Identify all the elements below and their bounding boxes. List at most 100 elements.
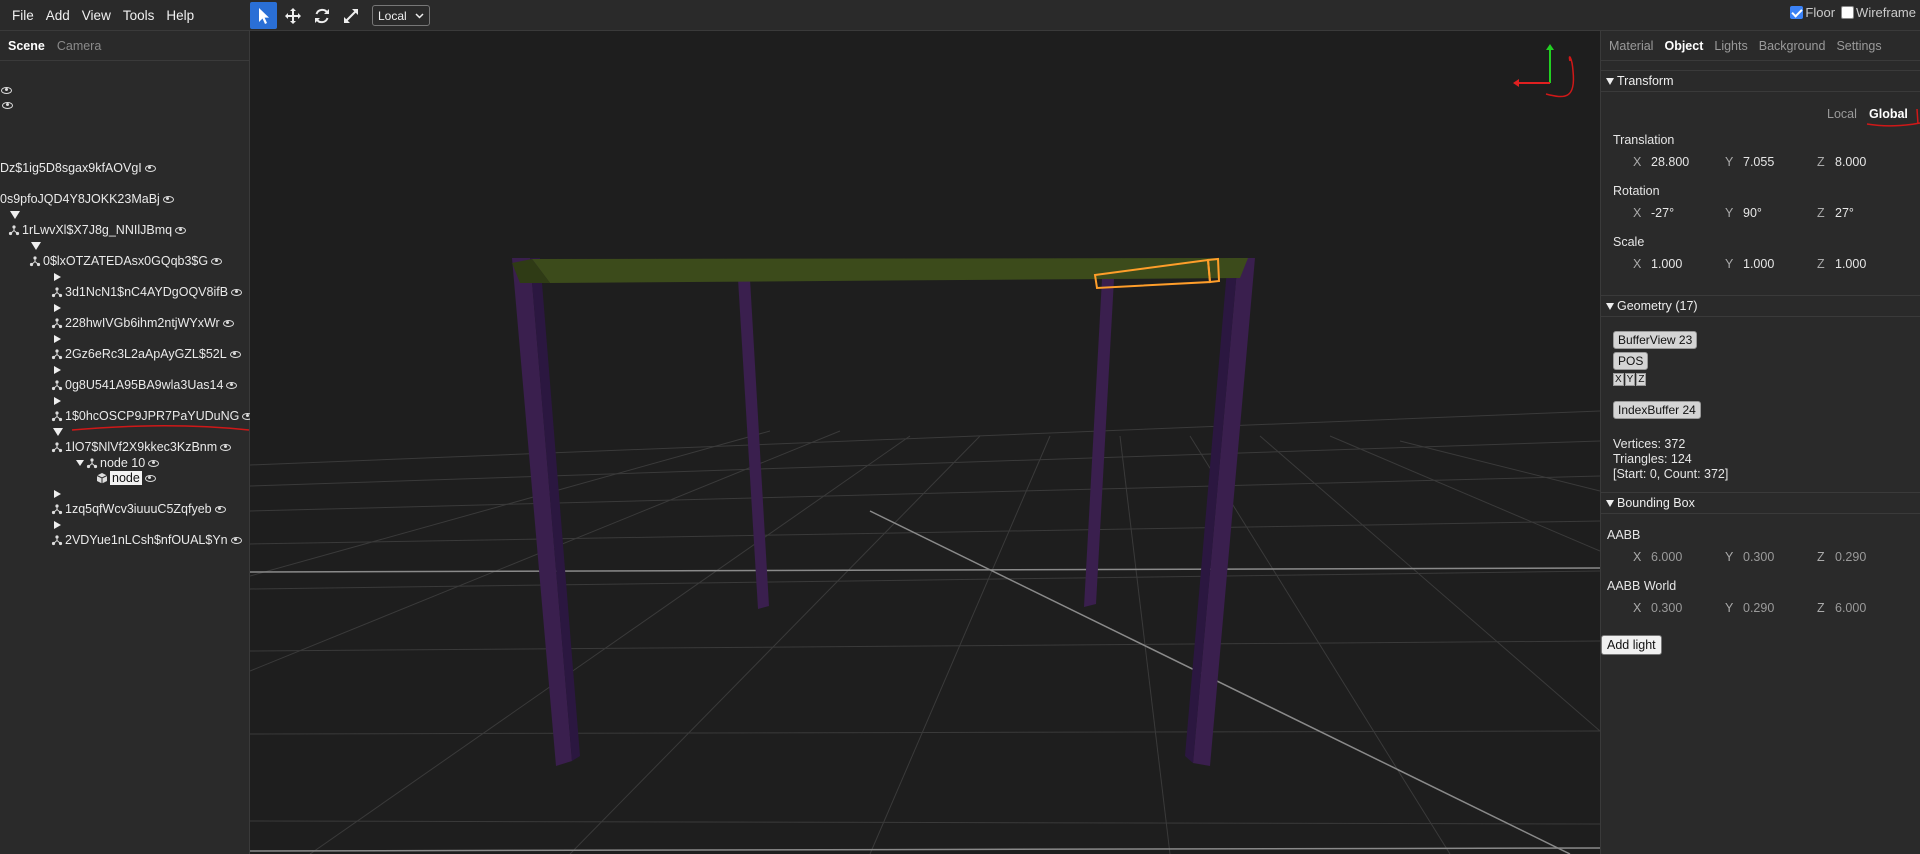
axis-z-label: Z	[1817, 257, 1825, 271]
transform-space-select[interactable]: Local	[372, 5, 430, 26]
bounding-box-section-header[interactable]: Bounding Box	[1601, 492, 1920, 514]
3d-viewport[interactable]	[250, 31, 1600, 854]
menu-help[interactable]: Help	[160, 8, 200, 23]
axis-y-label: Y	[1725, 155, 1734, 169]
scene-render[interactable]	[250, 31, 1600, 854]
add-light-button[interactable]: Add light	[1601, 635, 1662, 655]
axis-x-label: X	[1633, 155, 1642, 169]
expanded-arrow-icon[interactable]	[1606, 499, 1614, 507]
aabb-world-label: AABB World	[1607, 579, 1677, 593]
rotate-icon	[314, 8, 329, 23]
expanded-arrow-icon[interactable]	[1606, 302, 1614, 310]
aabb-x-value: 6.000	[1651, 550, 1683, 564]
draw-range: [Start: 0, Count: 372]	[1613, 467, 1729, 481]
section-title: Bounding Box	[1617, 496, 1695, 510]
axis-z-label: Z	[1817, 206, 1825, 220]
transform-section-header[interactable]: Transform	[1601, 70, 1920, 92]
component-z-chip[interactable]: Z	[1636, 373, 1647, 386]
translation-fields: X 28.800 Y 7.055 Z 8.000	[1633, 155, 1909, 169]
select-tool-button[interactable]	[250, 2, 277, 29]
wireframe-checkbox[interactable]	[1841, 6, 1855, 19]
rotation-fields: X -27° Y 90° Z 27°	[1633, 206, 1909, 220]
aabb-world-z-value: 6.000	[1835, 601, 1867, 615]
section-title: Geometry (17)	[1617, 299, 1698, 313]
translation-label: Translation	[1613, 133, 1675, 147]
table-model[interactable]	[512, 257, 1255, 766]
floor-grid	[250, 410, 1600, 854]
component-x-chip[interactable]: X	[1613, 373, 1624, 386]
chevron-down-icon	[415, 12, 424, 19]
component-y-chip[interactable]: Y	[1624, 373, 1636, 386]
menu-bar: File Add View Tools Help	[0, 0, 200, 31]
rotate-tool-button[interactable]	[308, 2, 335, 29]
floor-checkbox[interactable]	[1790, 6, 1804, 19]
gizmo-x-arrow	[1513, 79, 1519, 87]
floor-toggle[interactable]: Floor	[1790, 5, 1835, 20]
axis-z-label: Z	[1817, 155, 1825, 169]
space-local-option[interactable]: Local	[1827, 107, 1857, 121]
menu-file[interactable]: File	[6, 8, 40, 23]
wireframe-toggle[interactable]: Wireframe	[1841, 5, 1916, 20]
scale-icon	[343, 8, 358, 23]
translation-x-field[interactable]: 28.800	[1651, 155, 1725, 169]
expanded-arrow-icon[interactable]	[1606, 77, 1614, 85]
red-annotation-stroke	[1866, 108, 1920, 127]
axis-z-label: Z	[1817, 601, 1825, 615]
axis-x-label: X	[1633, 257, 1642, 271]
aabb-y-value: 0.300	[1743, 550, 1775, 564]
cursor-icon	[258, 7, 269, 24]
red-annotation-stroke	[71, 425, 250, 431]
rotation-y-field[interactable]: 90°	[1743, 206, 1817, 220]
menu-tools[interactable]: Tools	[117, 8, 161, 23]
axis-gizmo[interactable]	[1513, 44, 1575, 98]
tab-object[interactable]: Object	[1664, 39, 1703, 53]
rotation-x-field[interactable]: -27°	[1651, 206, 1725, 220]
wireframe-label: Wireframe	[1856, 5, 1916, 20]
translation-z-field[interactable]: 8.000	[1835, 155, 1909, 169]
transform-space-value: Local	[378, 8, 407, 23]
aabb-z-value: 0.290	[1835, 550, 1867, 564]
scale-z-field[interactable]: 1.000	[1835, 257, 1909, 271]
buffer-view-chip[interactable]: BufferView 23	[1613, 331, 1698, 349]
scale-x-field[interactable]: 1.000	[1651, 257, 1725, 271]
properties-panel: Material Object Lights Background Settin…	[1600, 31, 1920, 854]
menu-view[interactable]: View	[76, 8, 117, 23]
tab-material[interactable]: Material	[1609, 39, 1653, 53]
floor-label: Floor	[1805, 5, 1836, 20]
table-top[interactable]	[532, 258, 1248, 283]
grid-axes	[250, 510, 1600, 854]
scale-tool-button[interactable]	[337, 2, 364, 29]
translation-y-field[interactable]: 7.055	[1743, 155, 1817, 169]
axis-x-label: X	[1633, 206, 1642, 220]
aabb-world-fields: X 0.300 Y 0.290 Z 6.000	[1633, 601, 1909, 615]
section-title: Transform	[1617, 74, 1674, 88]
gizmo-y-arrow	[1546, 44, 1554, 50]
axis-y-label: Y	[1725, 257, 1734, 271]
translate-tool-button[interactable]	[279, 2, 306, 29]
tab-background[interactable]: Background	[1759, 39, 1826, 53]
properties-tabs: Material Object Lights Background Settin…	[1601, 31, 1920, 61]
rotation-z-field[interactable]: 27°	[1835, 206, 1909, 220]
index-buffer-chip[interactable]: IndexBuffer 24	[1613, 401, 1701, 419]
table-leg-back-right[interactable]	[1084, 279, 1114, 607]
vertex-count: Vertices: 372	[1613, 437, 1686, 451]
axis-z-label: Z	[1817, 550, 1825, 564]
top-bar: File Add View Tools Help Local Floor Wir	[0, 0, 1920, 31]
tab-lights[interactable]: Lights	[1714, 39, 1747, 53]
axis-y-label: Y	[1725, 206, 1734, 220]
tab-settings[interactable]: Settings	[1836, 39, 1881, 53]
aabb-label: AABB	[1607, 528, 1641, 542]
view-toggles: Floor Wireframe	[1790, 0, 1920, 25]
transform-toolbar: Local	[250, 2, 430, 29]
scale-label: Scale	[1613, 235, 1645, 249]
component-chips: X Y Z	[1613, 373, 1647, 386]
menu-add[interactable]: Add	[40, 8, 76, 23]
aabb-fields: X 6.000 Y 0.300 Z 0.290	[1633, 550, 1909, 564]
aabb-world-x-value: 0.300	[1651, 601, 1683, 615]
axis-x-label: X	[1633, 550, 1642, 564]
move-arrows-icon	[284, 7, 301, 24]
pos-attribute-chip[interactable]: POS	[1613, 352, 1649, 370]
geometry-section-header[interactable]: Geometry (17)	[1601, 295, 1920, 317]
triangle-count: Triangles: 124	[1613, 452, 1692, 466]
scale-y-field[interactable]: 1.000	[1743, 257, 1817, 271]
